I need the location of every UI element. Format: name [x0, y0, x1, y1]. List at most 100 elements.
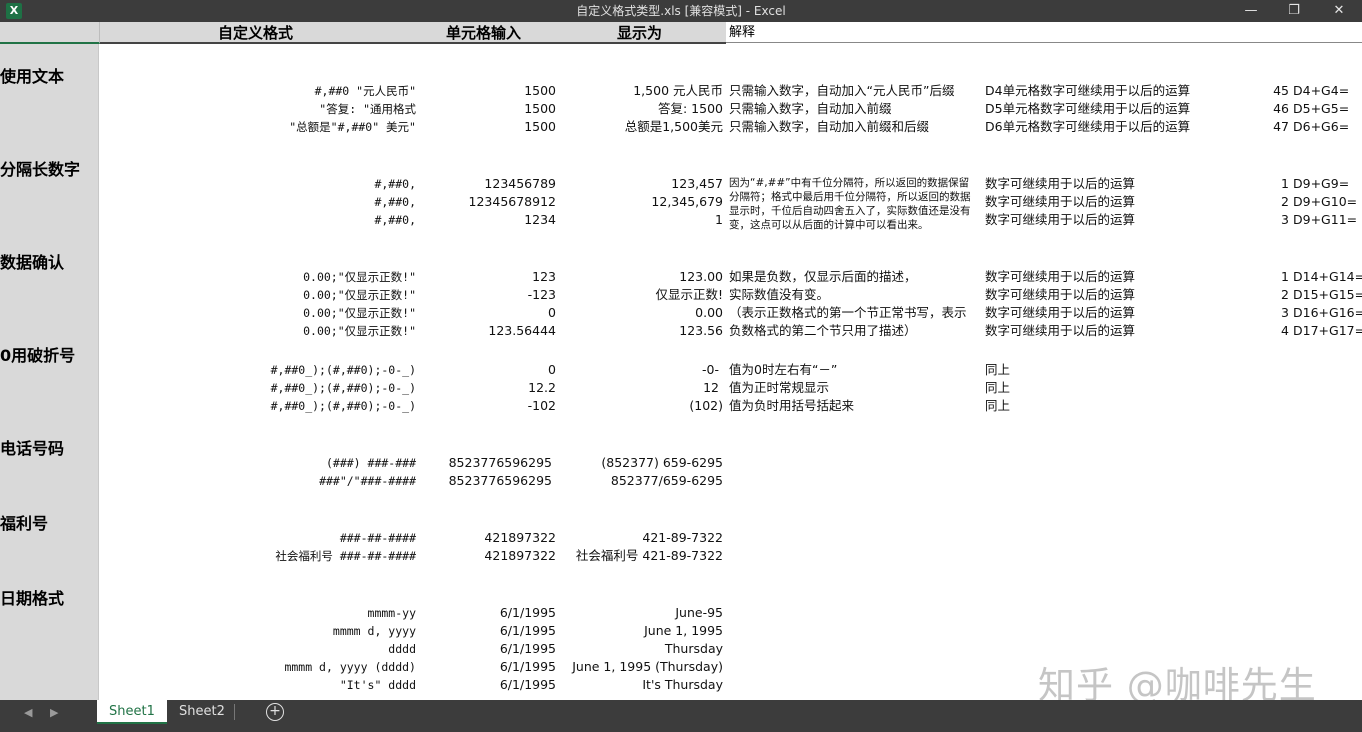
input-cell[interactable]: 6/1/1995: [500, 676, 556, 694]
input-cell[interactable]: 0: [548, 304, 556, 322]
number-cell[interactable]: 47: [1273, 118, 1289, 136]
header-input[interactable]: 单元格输入: [446, 22, 521, 44]
note-cell[interactable]: 数字可继续用于以后的运算: [985, 193, 1135, 211]
format-cell[interactable]: #,##0,: [374, 175, 416, 193]
note-cell[interactable]: D4单元格数字可继续用于以后的运算: [985, 82, 1190, 100]
format-cell[interactable]: #,##0,: [374, 211, 416, 229]
explain-cell[interactable]: （表示正数格式的第一个节正常书写，表示: [729, 304, 967, 322]
format-cell[interactable]: 社会福利号 ###-##-####: [275, 547, 416, 565]
input-cell[interactable]: 123: [532, 268, 556, 286]
section-title[interactable]: 福利号: [0, 510, 48, 534]
display-cell[interactable]: 答复: 1500: [658, 100, 723, 118]
explain-cell[interactable]: 只需输入数字，自动加入前缀: [729, 100, 892, 118]
formula-cell[interactable]: D14+G14=: [1293, 268, 1362, 286]
input-cell[interactable]: -102: [528, 397, 556, 415]
formula-cell[interactable]: D9+G9=: [1293, 175, 1349, 193]
formula-cell[interactable]: D17+G17=: [1293, 322, 1362, 340]
note-cell[interactable]: 数字可继续用于以后的运算: [985, 211, 1135, 229]
format-cell[interactable]: 0.00;"仅显示正数!": [303, 304, 416, 322]
format-cell[interactable]: mmmm d, yyyy (dddd): [284, 658, 416, 676]
note-cell[interactable]: D5单元格数字可继续用于以后的运算: [985, 100, 1190, 118]
formula-cell[interactable]: D4+G4=: [1293, 82, 1349, 100]
input-cell[interactable]: 6/1/1995: [500, 622, 556, 640]
format-cell[interactable]: ###-##-####: [340, 529, 416, 547]
note-cell[interactable]: 数字可继续用于以后的运算: [985, 268, 1135, 286]
format-cell[interactable]: 0.00;"仅显示正数!": [303, 286, 416, 304]
input-cell[interactable]: 6/1/1995: [500, 604, 556, 622]
note-cell[interactable]: D6单元格数字可继续用于以后的运算: [985, 118, 1190, 136]
formula-cell[interactable]: D15+G15=: [1293, 286, 1362, 304]
input-cell[interactable]: 1500: [524, 82, 556, 100]
display-cell[interactable]: 0.00: [695, 304, 723, 322]
display-cell[interactable]: 852377/659-6295: [611, 472, 723, 490]
header-explain[interactable]: 解释: [729, 22, 755, 44]
input-cell[interactable]: 1500: [524, 100, 556, 118]
explain-cell[interactable]: 值为负时用括号括起来: [729, 397, 854, 415]
formula-cell[interactable]: D16+G16=: [1293, 304, 1362, 322]
tab-sheet1[interactable]: Sheet1: [97, 700, 167, 724]
format-cell[interactable]: dddd: [388, 640, 416, 658]
add-sheet-icon[interactable]: +: [266, 703, 284, 721]
number-cell[interactable]: 1: [1281, 175, 1289, 193]
display-cell[interactable]: 123,457: [671, 175, 723, 193]
explain-cell[interactable]: 负数格式的第二个节只用了描述）: [729, 322, 917, 340]
explain-cell[interactable]: 实际数值没有变。: [729, 286, 829, 304]
input-cell[interactable]: 123456789: [484, 175, 556, 193]
minimize-button[interactable]: —: [1228, 0, 1274, 22]
display-cell[interactable]: 1,500 元人民币: [633, 82, 723, 100]
scroll-left-icon[interactable]: ◀: [24, 706, 32, 719]
format-cell[interactable]: #,##0_);(#,##0);-0-_): [271, 379, 416, 397]
display-cell[interactable]: 总额是1,500美元: [625, 118, 723, 136]
format-cell[interactable]: #,##0_);(#,##0);-0-_): [271, 361, 416, 379]
section-title[interactable]: 日期格式: [0, 585, 64, 609]
number-cell[interactable]: 3: [1281, 304, 1289, 322]
tab-sheet2[interactable]: Sheet2: [167, 700, 237, 724]
section-title[interactable]: 数据确认: [0, 249, 64, 273]
close-button[interactable]: ✕: [1316, 0, 1362, 22]
display-cell[interactable]: June 1, 1995 (Thursday): [572, 658, 723, 676]
number-cell[interactable]: 3: [1281, 211, 1289, 229]
section-title[interactable]: 电话号码: [0, 435, 64, 459]
format-cell[interactable]: mmmm-yy: [368, 604, 416, 622]
note-cell[interactable]: 数字可继续用于以后的运算: [985, 175, 1135, 193]
explain-cell[interactable]: 如果是负数，仅显示后面的描述，: [729, 268, 917, 286]
formula-cell[interactable]: D9+G10=: [1293, 193, 1357, 211]
note-cell[interactable]: 同上: [985, 397, 1010, 415]
format-cell[interactable]: ###"/"###-####: [319, 472, 416, 490]
format-cell[interactable]: #,##0,: [374, 193, 416, 211]
format-cell[interactable]: 0.00;"仅显示正数!": [303, 322, 416, 340]
section-title[interactable]: 使用文本: [0, 63, 64, 87]
input-cell[interactable]: 1234: [524, 211, 556, 229]
format-cell[interactable]: (###) ###-###: [326, 454, 416, 472]
explain-cell[interactable]: 值为0时左右有“－”: [729, 361, 837, 379]
formula-cell[interactable]: D6+G6=: [1293, 118, 1349, 136]
format-cell[interactable]: #,##0_);(#,##0);-0-_): [271, 397, 416, 415]
format-cell[interactable]: "答复: "通用格式: [319, 100, 416, 118]
number-cell[interactable]: 46: [1273, 100, 1289, 118]
restore-button[interactable]: ❐: [1271, 0, 1317, 22]
explain-cell[interactable]: 只需输入数字，自动加入“元人民币”后缀: [729, 82, 954, 100]
header-format[interactable]: 自定义格式: [218, 22, 293, 44]
input-cell[interactable]: -123: [528, 286, 556, 304]
display-cell[interactable]: It's Thursday: [642, 676, 723, 694]
format-cell[interactable]: mmmm d, yyyy: [333, 622, 416, 640]
explain-cell[interactable]: 只需输入数字，自动加入前缀和后缀: [729, 118, 929, 136]
input-cell[interactable]: 8523776596295: [449, 472, 552, 490]
note-cell[interactable]: 数字可继续用于以后的运算: [985, 304, 1135, 322]
display-cell[interactable]: 123.56: [679, 322, 723, 340]
display-cell[interactable]: 仅显示正数!: [655, 286, 723, 304]
formula-cell[interactable]: D9+G11=: [1293, 211, 1357, 229]
note-cell[interactable]: 同上: [985, 379, 1010, 397]
display-cell[interactable]: -0-: [702, 361, 719, 379]
number-cell[interactable]: 45: [1273, 82, 1289, 100]
input-cell[interactable]: 0: [548, 361, 556, 379]
display-cell[interactable]: 421-89-7322: [642, 529, 723, 547]
display-cell[interactable]: 社会福利号 421-89-7322: [576, 547, 723, 565]
display-cell[interactable]: 1: [715, 211, 723, 229]
number-cell[interactable]: 4: [1281, 322, 1289, 340]
display-cell[interactable]: (852377) 659-6295: [601, 454, 723, 472]
format-cell[interactable]: "It's" dddd: [340, 676, 416, 694]
number-cell[interactable]: 2: [1281, 193, 1289, 211]
display-cell[interactable]: 123.00: [679, 268, 723, 286]
input-cell[interactable]: 12.2: [528, 379, 556, 397]
